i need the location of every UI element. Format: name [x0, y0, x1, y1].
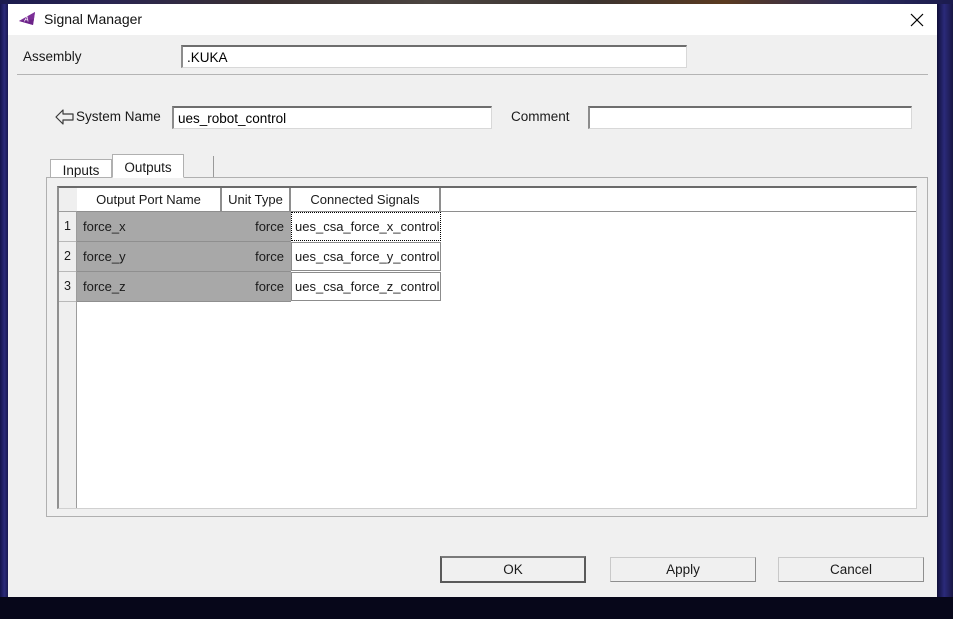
row-number-2[interactable]: 2 [59, 242, 76, 272]
desktop-edge-left [0, 4, 8, 619]
row-number-3[interactable]: 3 [59, 272, 76, 302]
left-arrow-icon[interactable] [54, 108, 76, 126]
window-title: Signal Manager [44, 11, 143, 27]
cancel-button[interactable]: Cancel [778, 557, 924, 582]
cell-unit-type-3[interactable]: force [222, 272, 291, 302]
cell-port-name-1[interactable]: force_x [77, 212, 222, 242]
cell-port-name-2[interactable]: force_y [77, 242, 222, 272]
assembly-separator [17, 74, 928, 75]
system-name-label: System Name [76, 109, 161, 124]
cell-unit-type-1[interactable]: force [222, 212, 291, 242]
row-gutter-header [59, 188, 77, 212]
column-header-unit-type[interactable]: Unit Type [222, 188, 291, 212]
cell-unit-type-2[interactable]: force [222, 242, 291, 272]
tab-outputs[interactable]: Outputs [112, 154, 184, 178]
close-icon[interactable] [897, 4, 937, 35]
tab-inputs[interactable]: Inputs [50, 159, 112, 178]
system-name-input[interactable] [172, 106, 492, 129]
desktop-edge-right [937, 4, 953, 619]
cell-connected-signal-1[interactable]: ues_csa_force_x_control [291, 212, 441, 241]
row-number-1[interactable]: 1 [59, 212, 76, 242]
assembly-input[interactable] [181, 45, 687, 68]
cell-port-name-3[interactable]: force_z [77, 272, 222, 302]
title-bar: A Signal Manager [8, 4, 937, 35]
cell-connected-signal-2[interactable]: ues_csa_force_y_control [291, 242, 441, 271]
row-number-gutter: 1 2 3 [59, 188, 77, 508]
column-header-output-port-name[interactable]: Output Port Name [77, 188, 222, 212]
outputs-tab-panel: 1 2 3 Output Port Name Unit Type Connect… [46, 177, 928, 517]
comment-input[interactable] [588, 106, 912, 129]
tab-divider [213, 156, 214, 177]
comment-label: Comment [511, 109, 570, 124]
column-header-connected-signals[interactable]: Connected Signals [291, 188, 441, 212]
column-header-filler [441, 188, 916, 212]
desktop-backdrop: A Signal Manager Assembly System Name Co… [0, 0, 953, 619]
signals-table: 1 2 3 Output Port Name Unit Type Connect… [59, 188, 916, 508]
desktop-edge-bottom [0, 597, 953, 619]
signals-table-frame: 1 2 3 Output Port Name Unit Type Connect… [57, 186, 917, 509]
svg-text:A: A [23, 17, 29, 24]
cell-connected-signal-3[interactable]: ues_csa_force_z_control [291, 272, 441, 301]
apply-button[interactable]: Apply [610, 557, 756, 582]
tab-strip: Inputs Outputs [46, 154, 928, 178]
adams-app-icon: A [18, 10, 38, 30]
assembly-label: Assembly [23, 49, 82, 64]
signal-manager-dialog: A Signal Manager Assembly System Name Co… [8, 4, 937, 597]
ok-button[interactable]: OK [440, 556, 586, 583]
